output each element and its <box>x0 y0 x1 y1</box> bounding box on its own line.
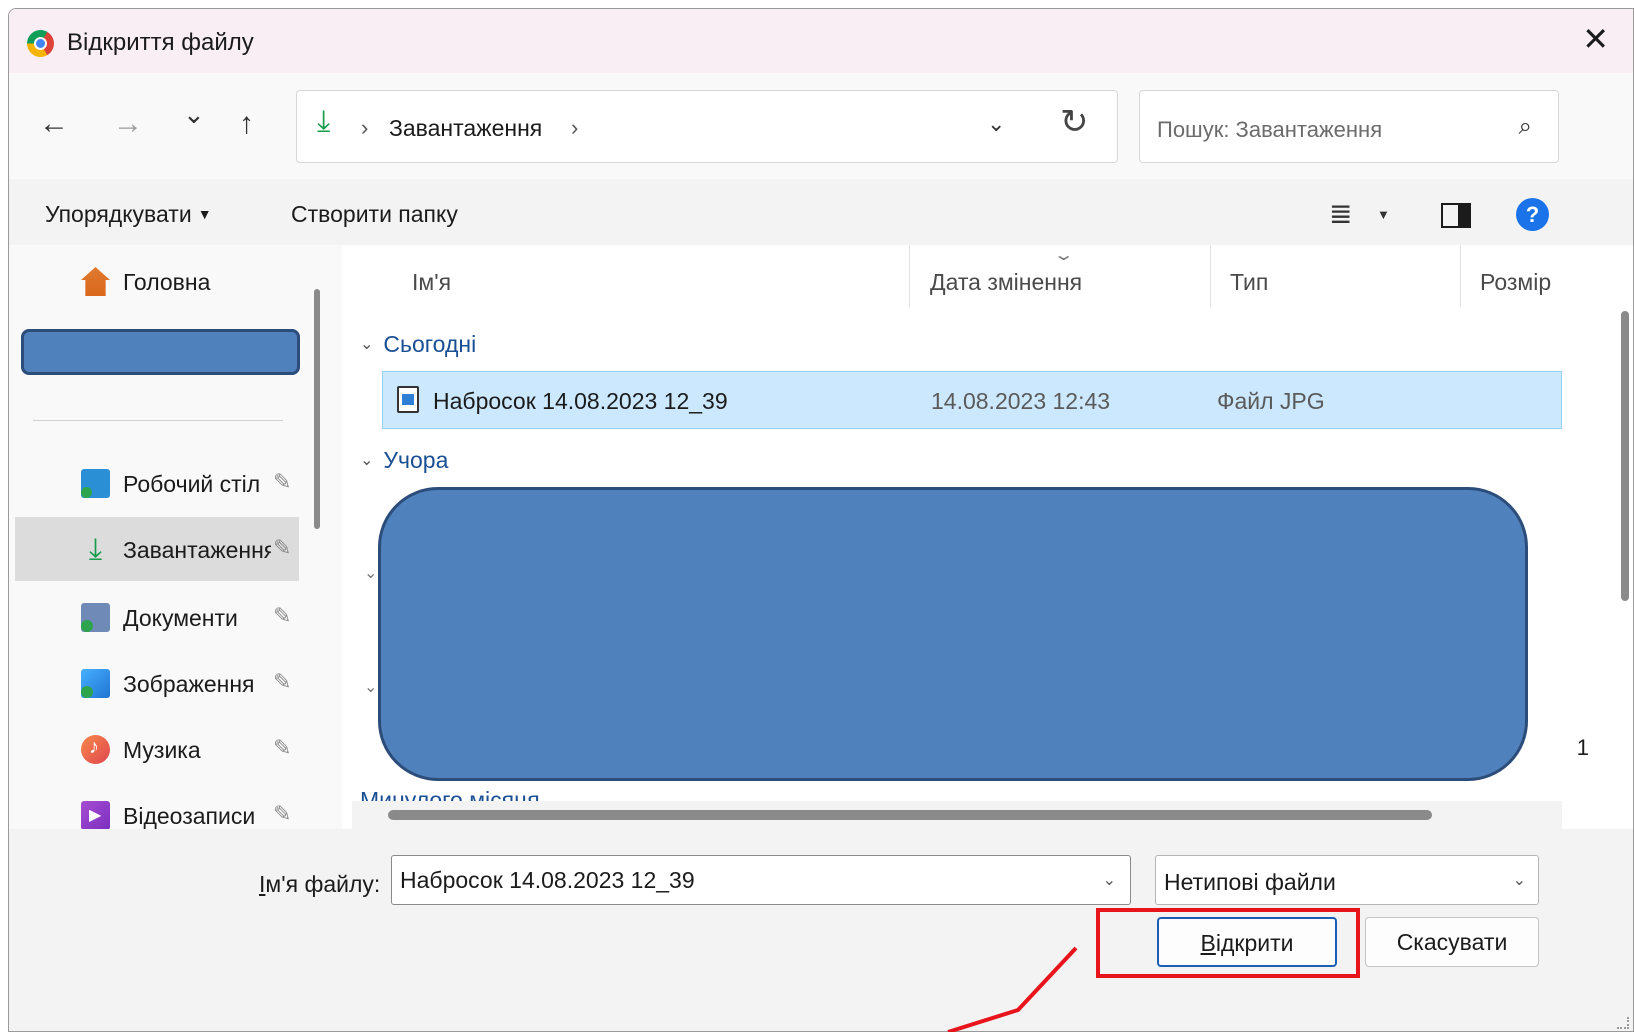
column-divider[interactable] <box>1460 245 1461 307</box>
music-icon <box>81 735 110 764</box>
open-button[interactable]: Відкрити <box>1157 917 1337 967</box>
column-header-size[interactable]: Розмір <box>1480 269 1556 296</box>
search-input[interactable]: Пошук: Завантаження <box>1157 117 1382 143</box>
forward-arrow-icon[interactable]: → <box>113 109 143 139</box>
sidebar-item-label: Головна <box>123 269 211 295</box>
chevron-down-icon: ⌄ <box>360 336 374 353</box>
sidebar-item-home[interactable]: Головна <box>15 249 299 313</box>
redacted-file-list-region <box>378 487 1528 781</box>
pin-icon[interactable]: ✎ <box>273 535 291 561</box>
close-icon[interactable]: ✕ <box>1582 23 1609 55</box>
video-icon <box>81 801 110 830</box>
column-divider[interactable] <box>1210 245 1211 307</box>
horizontal-scrollbar[interactable] <box>352 801 1562 829</box>
column-divider[interactable] <box>909 245 910 307</box>
dialog-footer: Ім'я файлу: Набросок 14.08.2023 12_39 ⌄ … <box>9 829 1633 1031</box>
group-header-yesterday[interactable]: ⌄ Учора <box>360 447 448 474</box>
recent-locations-chevron-icon[interactable]: ⌄ <box>183 101 205 127</box>
cut-off-size-value: 1 <box>1576 735 1589 760</box>
file-name-input[interactable]: Набросок 14.08.2023 12_39 ⌄ <box>391 855 1131 905</box>
sidebar-item-label: Відеозаписи <box>123 803 256 829</box>
cancel-button[interactable]: Скасувати <box>1365 917 1539 967</box>
group-label: Учора <box>383 447 449 473</box>
column-header-name[interactable]: Ім'я <box>412 269 451 296</box>
file-list: ⌄ Ім'я Дата змінення Тип Розмір ⌄ Сьогодн… <box>342 245 1633 829</box>
group-label: Сьогодні <box>383 331 477 357</box>
chevron-down-icon[interactable]: ⌄ <box>364 563 377 583</box>
new-folder-button[interactable]: Створити папку <box>291 201 458 228</box>
sidebar-item-label: Документи <box>123 605 238 631</box>
pin-icon[interactable]: ✎ <box>273 669 291 695</box>
view-list-icon[interactable]: ≣ <box>1329 197 1352 230</box>
chevron-down-icon: ⌄ <box>360 452 374 469</box>
desktop-icon <box>81 469 110 498</box>
file-date: 14.08.2023 12:43 <box>931 388 1111 414</box>
file-name-label: Ім'я файлу: <box>259 871 381 897</box>
sidebar-item-music[interactable]: Музика ✎ <box>15 717 299 781</box>
file-type: Файл JPG <box>1217 388 1325 414</box>
vertical-scrollbar[interactable] <box>1621 311 1629 601</box>
help-icon[interactable]: ? <box>1516 198 1549 231</box>
breadcrumb-separator[interactable]: › <box>571 115 578 141</box>
image-file-icon <box>397 386 419 413</box>
dialog-title: Відкриття файлу <box>67 29 254 56</box>
navigation-pane: Головна Робочий стіл ✎ ⤓ Завантаження ✎ … <box>9 245 334 830</box>
chrome-icon <box>27 30 54 57</box>
sidebar-item-label: Робочий стіл <box>123 471 261 497</box>
pin-icon[interactable]: ✎ <box>273 469 291 495</box>
redacted-sidebar-item <box>21 329 300 375</box>
chevron-down-icon[interactable]: ⌄ <box>364 677 377 697</box>
file-name-value: Набросок 14.08.2023 12_39 <box>400 867 695 893</box>
table-row[interactable]: Набросок 14.08.2023 12_39 14.08.2023 12:… <box>382 371 1562 429</box>
file-type-value: Нетипові файли <box>1164 869 1336 895</box>
sidebar-divider <box>33 420 283 421</box>
sidebar-scrollbar[interactable] <box>314 289 320 529</box>
download-icon: ⤓ <box>88 533 103 566</box>
search-box[interactable]: Пошук: Завантаження ⌕ <box>1139 90 1559 163</box>
breadcrumb-downloads[interactable]: Завантаження <box>389 115 542 142</box>
address-dropdown-icon[interactable]: ⌄ <box>987 111 1005 137</box>
organize-label: Упорядкувати <box>45 201 192 227</box>
chevron-down-icon[interactable]: ⌄ <box>1103 870 1116 890</box>
file-open-dialog: Відкриття файлу ✕ ← → ⌄ ↑ ⤓ › Завантажен… <box>8 8 1634 1032</box>
file-type-select[interactable]: Нетипові файли ⌄ <box>1155 855 1539 905</box>
preview-pane-icon[interactable] <box>1441 203 1471 228</box>
group-header-today[interactable]: ⌄ Сьогодні <box>360 331 476 358</box>
pin-icon[interactable]: ✎ <box>273 801 291 827</box>
scrollbar-thumb[interactable] <box>388 810 1432 820</box>
pin-icon[interactable]: ✎ <box>273 735 291 761</box>
sidebar-item-label: Зображення <box>123 671 255 697</box>
sidebar-item-label: Завантаження <box>123 537 271 563</box>
images-icon <box>81 669 110 698</box>
sidebar-item-label: Музика <box>123 737 201 763</box>
organize-button[interactable]: Упорядкувати ▼ <box>45 201 212 228</box>
file-name: Набросок 14.08.2023 12_39 <box>433 388 728 414</box>
chevron-down-icon[interactable]: ⌄ <box>1513 870 1526 890</box>
documents-icon <box>81 603 110 632</box>
address-bar[interactable]: ⤓ › Завантаження › ⌄ ↻ <box>296 90 1118 163</box>
sidebar-item-documents[interactable]: Документи ✎ <box>15 585 299 649</box>
download-icon: ⤓ <box>317 105 331 138</box>
refresh-icon[interactable]: ↻ <box>1060 105 1089 139</box>
resize-grip-icon[interactable] <box>1617 1017 1629 1029</box>
search-icon[interactable]: ⌕ <box>1519 113 1532 141</box>
up-arrow-icon[interactable]: ↑ <box>239 109 254 139</box>
command-bar: Упорядкувати ▼ Створити папку ≣ ▼ ? <box>9 179 1633 245</box>
column-header-type[interactable]: Тип <box>1230 269 1268 296</box>
caret-down-icon: ▼ <box>197 206 212 222</box>
navigation-bar: ← → ⌄ ↑ ⤓ › Завантаження › ⌄ ↻ Пошук: За… <box>9 73 1633 179</box>
home-icon <box>81 267 110 296</box>
breadcrumb-separator: › <box>361 115 369 140</box>
sidebar-item-desktop[interactable]: Робочий стіл ✎ <box>15 451 299 515</box>
view-caret-icon[interactable]: ▼ <box>1377 207 1390 222</box>
sort-indicator-icon: ⌄ <box>1052 247 1075 264</box>
column-header-date[interactable]: Дата змінення <box>930 269 1082 296</box>
sidebar-item-images[interactable]: Зображення ✎ <box>15 651 299 715</box>
sidebar-item-downloads[interactable]: ⤓ Завантаження ✎ <box>15 517 299 581</box>
title-bar: Відкриття файлу ✕ <box>9 9 1633 73</box>
back-arrow-icon[interactable]: ← <box>39 109 69 139</box>
pin-icon[interactable]: ✎ <box>273 603 291 629</box>
